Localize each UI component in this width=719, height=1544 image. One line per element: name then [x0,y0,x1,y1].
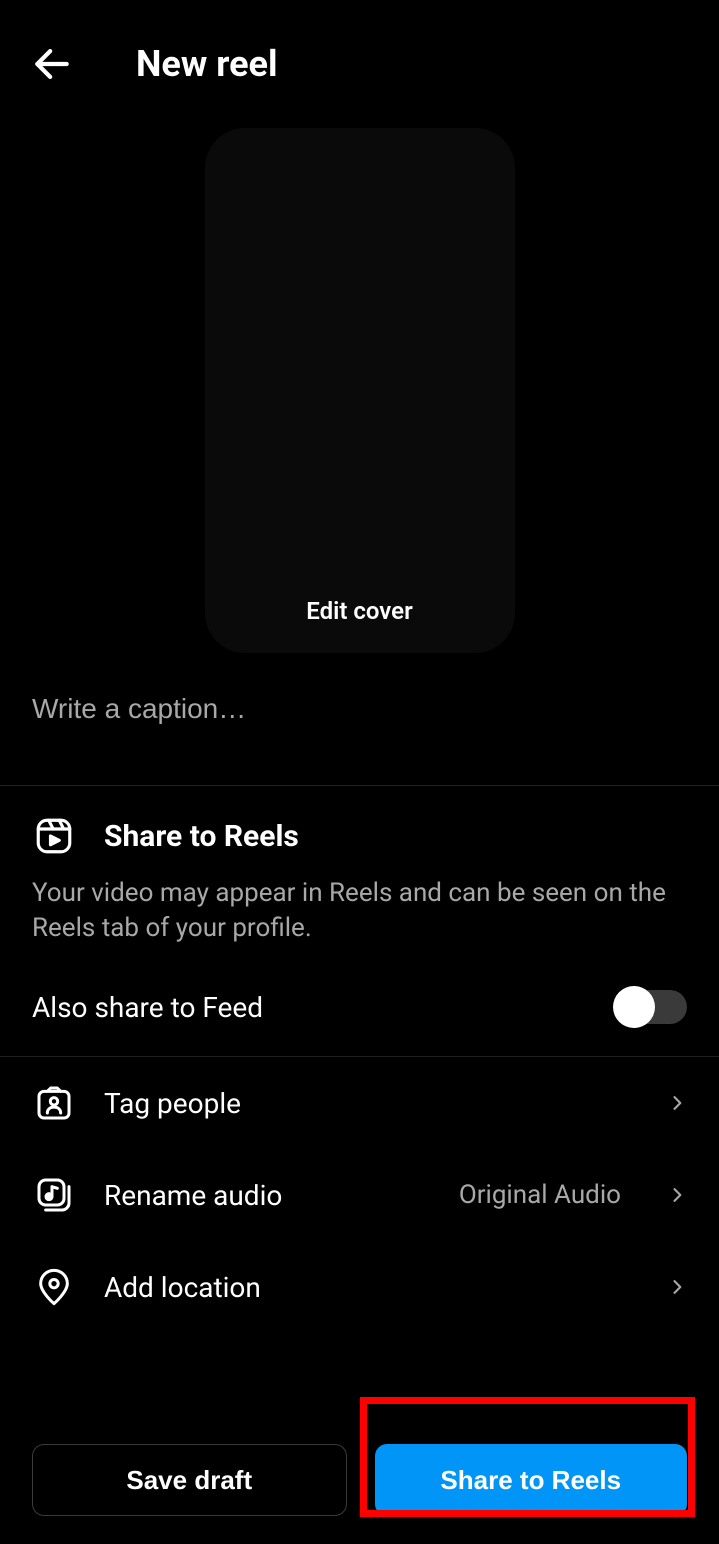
rename-audio-row[interactable]: Rename audio Original Audio [0,1149,719,1241]
arrow-left-icon [30,42,74,86]
location-icon [32,1265,76,1309]
cover-preview-wrap: Edit cover [0,128,719,653]
also-share-feed-label: Also share to Feed [32,991,263,1024]
add-location-row[interactable]: Add location [0,1241,719,1349]
page-title: New reel [136,43,278,85]
back-button[interactable] [28,40,76,88]
share-to-reels-description: Your video may appear in Reels and can b… [32,876,687,946]
toggle-knob [613,986,655,1028]
section-head: Share to Reels [32,814,687,858]
reels-icon [32,814,76,858]
add-location-label: Add location [104,1271,639,1304]
save-draft-button[interactable]: Save draft [32,1444,347,1516]
rename-audio-label: Rename audio [104,1179,431,1212]
share-to-reels-button[interactable]: Share to Reels [375,1444,688,1516]
audio-icon [32,1173,76,1217]
rename-audio-value: Original Audio [459,1180,621,1210]
tag-people-row[interactable]: Tag people [0,1057,719,1149]
caption-input[interactable] [32,693,687,725]
footer: Save draft Share to Reels [0,1424,719,1544]
also-share-feed-row: Also share to Feed [0,966,719,1056]
chevron-right-icon [667,1093,687,1113]
edit-cover-label: Edit cover [205,597,515,625]
chevron-right-icon [667,1277,687,1297]
caption-area [0,653,719,785]
tag-people-icon [32,1081,76,1125]
share-to-reels-title: Share to Reels [104,819,299,854]
chevron-right-icon [667,1185,687,1205]
tag-people-label: Tag people [104,1087,639,1120]
share-to-reels-section: Share to Reels Your video may appear in … [0,786,719,966]
header: New reel [0,0,719,108]
also-share-feed-toggle[interactable] [615,990,687,1024]
cover-preview[interactable]: Edit cover [205,128,515,653]
